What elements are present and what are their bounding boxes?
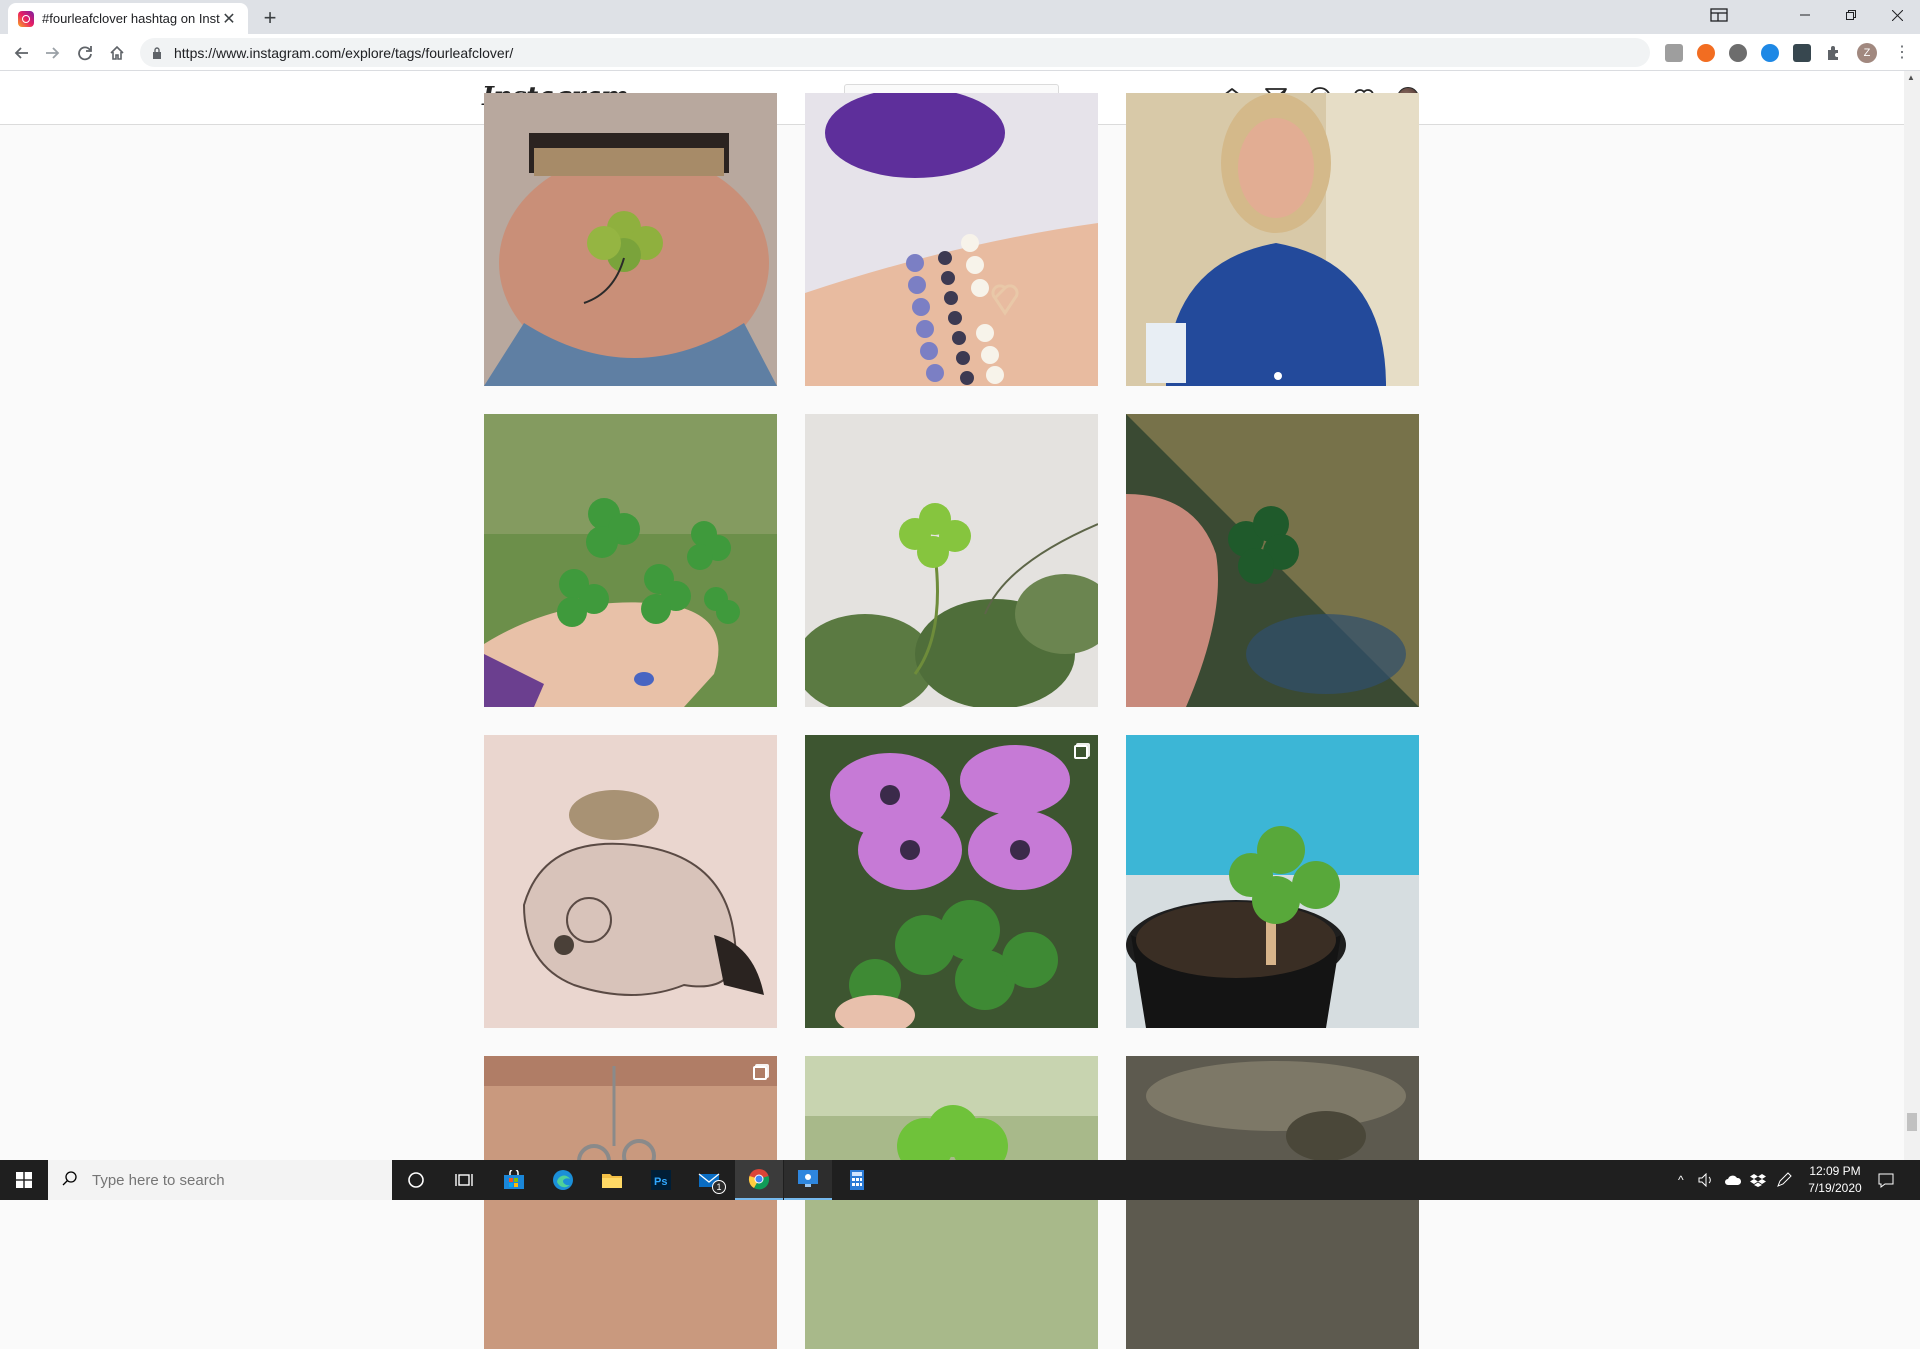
mail-icon[interactable]: 1	[686, 1160, 734, 1200]
close-window-icon[interactable]	[1874, 0, 1920, 30]
woman-portrait-post[interactable]	[1126, 93, 1419, 386]
show-hidden-icons[interactable]: ^	[1678, 1160, 1684, 1200]
microsoft-store-icon[interactable]	[490, 1160, 538, 1200]
tattoo-image	[484, 93, 777, 386]
taskbar-search-box[interactable]	[48, 1160, 392, 1200]
holding-clover-post[interactable]	[1126, 414, 1419, 707]
clover-plant-post[interactable]	[805, 414, 1098, 707]
daisies-image	[805, 735, 1098, 1028]
ring-post[interactable]	[484, 1056, 777, 1349]
shadow-post[interactable]	[1126, 1056, 1419, 1349]
back-arrow-icon[interactable]	[7, 39, 35, 67]
extension-g-icon[interactable]	[1665, 44, 1683, 62]
home-icon[interactable]	[103, 39, 131, 67]
notifications-icon[interactable]	[1878, 1160, 1894, 1200]
extension-dark-icon[interactable]	[1793, 44, 1811, 62]
search-icon	[62, 1170, 78, 1190]
minimize-icon[interactable]	[1782, 0, 1828, 30]
url-text: https://www.instagram.com/explore/tags/f…	[174, 44, 514, 61]
extensions-puzzle-icon[interactable]	[1825, 44, 1843, 62]
lock-icon	[152, 46, 164, 59]
green-clover-image	[805, 1056, 1098, 1349]
chrome-icon[interactable]	[735, 1160, 783, 1200]
onedrive-icon[interactable]	[1724, 1160, 1742, 1200]
purple-daisies-post[interactable]	[805, 735, 1098, 1028]
green-clover-post[interactable]	[805, 1056, 1098, 1349]
tab-title: #fourleafclover hashtag on Insta	[42, 11, 220, 26]
calculator-icon[interactable]	[833, 1160, 881, 1200]
bracelets-post[interactable]	[805, 93, 1098, 386]
mail-badge: 1	[712, 1180, 726, 1194]
instagram-favicon-icon	[18, 10, 34, 27]
shadow-image	[1126, 1056, 1419, 1349]
cortana-icon[interactable]	[392, 1160, 440, 1200]
edge-browser-icon[interactable]	[539, 1160, 587, 1200]
extension-blue-icon[interactable]	[1761, 44, 1779, 62]
portrait-image	[1126, 93, 1419, 386]
page-scrollbar[interactable]: ▲	[1904, 71, 1920, 1160]
task-view-icon[interactable]	[440, 1160, 488, 1200]
close-tab-icon[interactable]: ✕	[220, 10, 238, 28]
bracelets-image	[805, 93, 1098, 386]
volume-icon[interactable]	[1698, 1160, 1714, 1200]
restore-icon[interactable]	[1828, 0, 1874, 30]
taskbar-clock[interactable]: 12:09 PM 7/19/2020	[1800, 1163, 1870, 1197]
potted-clover-image	[1126, 735, 1419, 1028]
file-explorer-icon[interactable]	[588, 1160, 636, 1200]
multiple-photos-icon	[1074, 745, 1088, 759]
dropbox-icon[interactable]	[1750, 1160, 1766, 1200]
forward-arrow-icon[interactable]	[39, 39, 67, 67]
skull-drawing-image	[484, 735, 777, 1028]
tab-search-icon[interactable]	[1696, 0, 1742, 30]
skull-drawing-post[interactable]	[484, 735, 777, 1028]
hand-clovers-post[interactable]	[484, 414, 777, 707]
extension-grey-icon[interactable]	[1729, 44, 1747, 62]
holding-clover-image	[1126, 414, 1419, 707]
multiple-photos-icon	[753, 1066, 767, 1080]
svg-text:Ps: Ps	[654, 1176, 667, 1188]
browser-tab[interactable]: #fourleafclover hashtag on Insta ✕	[8, 3, 248, 34]
scrollbar-thumb[interactable]	[1907, 1113, 1917, 1131]
tab-strip: #fourleafclover hashtag on Insta ✕ +	[0, 0, 1920, 34]
new-tab-button[interactable]: +	[258, 5, 282, 30]
photoshop-icon[interactable]: Ps	[637, 1160, 685, 1200]
windows-start-icon[interactable]	[0, 1160, 48, 1200]
taskbar-search-input[interactable]	[90, 1170, 370, 1190]
profile-avatar[interactable]: Z	[1857, 43, 1877, 63]
hand-clovers-image	[484, 414, 777, 707]
ring-image	[484, 1056, 777, 1349]
browser-toolbar: https://www.instagram.com/explore/tags/f…	[0, 34, 1920, 71]
remote-desktop-icon[interactable]	[784, 1160, 832, 1200]
clover-tattoo-post[interactable]	[484, 93, 777, 386]
clover-plant-image	[805, 414, 1098, 707]
chrome-menu-icon[interactable]: ⋮	[1893, 44, 1911, 62]
extension-orange-icon[interactable]	[1697, 44, 1715, 62]
pen-icon[interactable]	[1776, 1160, 1792, 1200]
clock-date: 7/19/2020	[1808, 1181, 1862, 1195]
potted-clover-post[interactable]	[1126, 735, 1419, 1028]
reload-icon[interactable]	[71, 39, 99, 67]
windows-taskbar: Ps 1 ^ 12:09 PM 7/19/2020	[0, 1160, 1920, 1200]
address-bar[interactable]: https://www.instagram.com/explore/tags/f…	[140, 38, 1650, 67]
clock-time: 12:09 PM	[1809, 1164, 1861, 1178]
